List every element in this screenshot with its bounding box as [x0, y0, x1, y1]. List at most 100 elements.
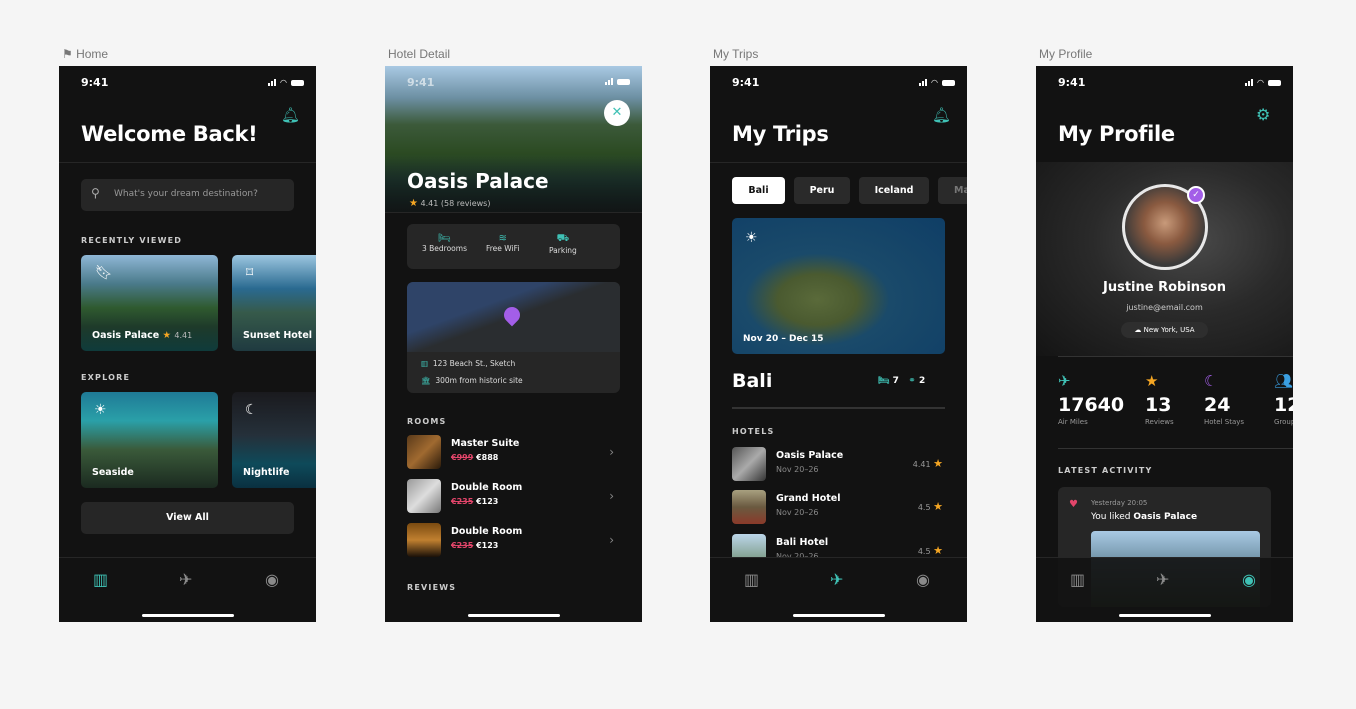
hotel-tab-icon[interactable]: ▥: [1070, 570, 1085, 589]
amenity: Free WiFi: [486, 244, 520, 253]
artboard-label-home[interactable]: ⚑ Home: [62, 47, 108, 61]
flag-icon: ⚑: [62, 47, 77, 61]
explore-card-nightlife[interactable]: ☾ Nightlife: [232, 392, 316, 488]
signal-icon: [268, 79, 277, 86]
price: €123: [476, 497, 499, 506]
room-row[interactable]: Double Room €235 €123 ›: [407, 479, 620, 515]
bell-icon[interactable]: 🔔︎: [281, 106, 300, 124]
artboard-label-detail[interactable]: Hotel Detail: [388, 47, 450, 61]
artboard-label-trips[interactable]: My Trips: [713, 47, 758, 61]
recent-card[interactable]: 🔖︎ Oasis Palace ★ 4.41: [81, 255, 218, 351]
profile-name: Justine Robinson: [1103, 280, 1226, 295]
home-indicator: [142, 614, 234, 617]
room-thumbnail: [407, 479, 441, 513]
close-button[interactable]: ✕: [604, 100, 630, 126]
divider: [710, 162, 967, 163]
plane-tab-icon[interactable]: ✈: [179, 570, 192, 589]
price: €888: [476, 453, 499, 462]
divider: [1058, 356, 1293, 357]
activity-target[interactable]: Oasis Palace: [1133, 512, 1197, 522]
signal-icon: [919, 79, 928, 86]
tab-more[interactable]: Ma: [938, 177, 967, 204]
profile-tab-icon[interactable]: ◉: [265, 570, 279, 589]
card-title: Nightlife: [243, 467, 290, 478]
wifi-icon: ≋: [498, 233, 507, 244]
hotel-name: Grand Hotel: [776, 493, 841, 504]
rating: 4.41: [912, 460, 931, 469]
group-icon: 👥︎: [1274, 372, 1293, 390]
tab-bar: ▥ ✈ ◉: [710, 557, 967, 622]
hotel-dates: Nov 20–26: [776, 465, 819, 474]
divider: [385, 212, 642, 213]
binoculars-icon: ⚭: [908, 376, 916, 386]
moon-icon: ☾: [245, 402, 258, 418]
amenity: Parking: [549, 246, 577, 255]
address: 123 Beach St., Sketch: [432, 359, 516, 368]
tab-bar: ▥ ✈ ◉: [59, 557, 316, 622]
bookmark-icon[interactable]: ⌑: [246, 265, 253, 281]
search-input[interactable]: ⚲ What's your dream destination?: [81, 179, 294, 211]
bookmark-filled-icon[interactable]: 🔖︎: [95, 265, 113, 281]
destination-title: Bali: [732, 370, 773, 392]
battery-icon: [291, 79, 304, 86]
rating: 4.5: [917, 547, 931, 556]
home-indicator: [1119, 614, 1211, 617]
tab-iceland[interactable]: Iceland: [859, 177, 929, 204]
profile-tab-icon[interactable]: ◉: [1242, 570, 1256, 589]
bed-icon: 🛏︎: [878, 376, 890, 386]
profile-tab-icon[interactable]: ◉: [916, 570, 930, 589]
map-card[interactable]: ▥ 123 Beach St., Sketch 🏛︎ 300m from his…: [407, 282, 620, 393]
rating: 4.5: [917, 503, 931, 512]
stat-air-miles: ✈ 17640 Air Miles: [1058, 372, 1124, 426]
landmark-icon: 🏛︎: [421, 376, 431, 385]
room-name: Master Suite: [451, 438, 520, 449]
hotel-tab-icon[interactable]: ▥: [93, 570, 108, 589]
view-all-button[interactable]: View All: [81, 502, 294, 534]
plane-icon: ✈: [1058, 372, 1071, 390]
amenities-box: 🛏︎ 3 Bedrooms ≋ Free WiFi ⛟ Parking: [407, 224, 620, 269]
close-icon: ✕: [611, 105, 623, 120]
star-icon: ★: [933, 500, 943, 513]
room-thumbnail: [407, 435, 441, 469]
chevron-right-icon: ›: [609, 445, 614, 459]
settings-gear-icon[interactable]: ⚙: [1256, 105, 1270, 124]
status-time: 9:41: [732, 76, 760, 89]
parking-icon: ⛟: [556, 233, 570, 244]
plane-tab-icon[interactable]: ✈: [830, 570, 843, 589]
page-title: Welcome Back!: [81, 122, 258, 146]
hotel-tab-icon[interactable]: ▥: [744, 570, 759, 589]
tab-peru[interactable]: Peru: [794, 177, 850, 204]
hotel-row[interactable]: Grand Hotel Nov 20–26 4.5 ★: [732, 490, 945, 526]
old-price: €235: [451, 497, 474, 506]
stat-value: 17640: [1058, 394, 1125, 416]
plane-tab-icon[interactable]: ✈: [1156, 570, 1169, 589]
divider: [59, 162, 316, 163]
explore-card-seaside[interactable]: ☀ Seaside: [81, 392, 218, 488]
stat-label: Reviews: [1145, 418, 1174, 426]
amenity: 3 Bedrooms: [422, 244, 467, 253]
status-time: 9:41: [407, 76, 435, 89]
rating: 4.41: [174, 331, 193, 340]
status-time: 9:41: [81, 76, 109, 89]
room-row[interactable]: Double Room €235 €123 ›: [407, 523, 620, 559]
card-title: Seaside: [92, 467, 134, 478]
tab-bali[interactable]: Bali: [732, 177, 785, 204]
trip-hero-card[interactable]: ☀ Nov 20 – Dec 15: [732, 218, 945, 354]
hotel-title: Oasis Palace: [407, 169, 549, 193]
bell-icon[interactable]: 🔔︎: [932, 106, 951, 124]
old-price: €235: [451, 541, 474, 550]
section-label: LATEST ACTIVITY: [1058, 466, 1153, 475]
room-row[interactable]: Master Suite €999 €888 ›: [407, 435, 620, 471]
trip-dates: Nov 20 – Dec 15: [743, 334, 824, 344]
moon-icon: ☾: [1204, 372, 1218, 390]
recent-card[interactable]: ⌑ Sunset Hotel ★: [232, 255, 316, 351]
hotel-row[interactable]: Oasis Palace Nov 20–26 4.41 ★: [732, 447, 945, 483]
page-title: My Trips: [732, 122, 829, 146]
artboard-label-profile[interactable]: My Profile: [1039, 47, 1092, 61]
home-indicator: [468, 614, 560, 617]
activity-time: Yesterday 20:05: [1091, 499, 1148, 507]
hotel-name: Bali Hotel: [776, 537, 829, 548]
stat-label: Air Miles: [1058, 418, 1088, 426]
section-label: HOTELS: [732, 427, 775, 436]
room-name: Double Room: [451, 482, 523, 493]
